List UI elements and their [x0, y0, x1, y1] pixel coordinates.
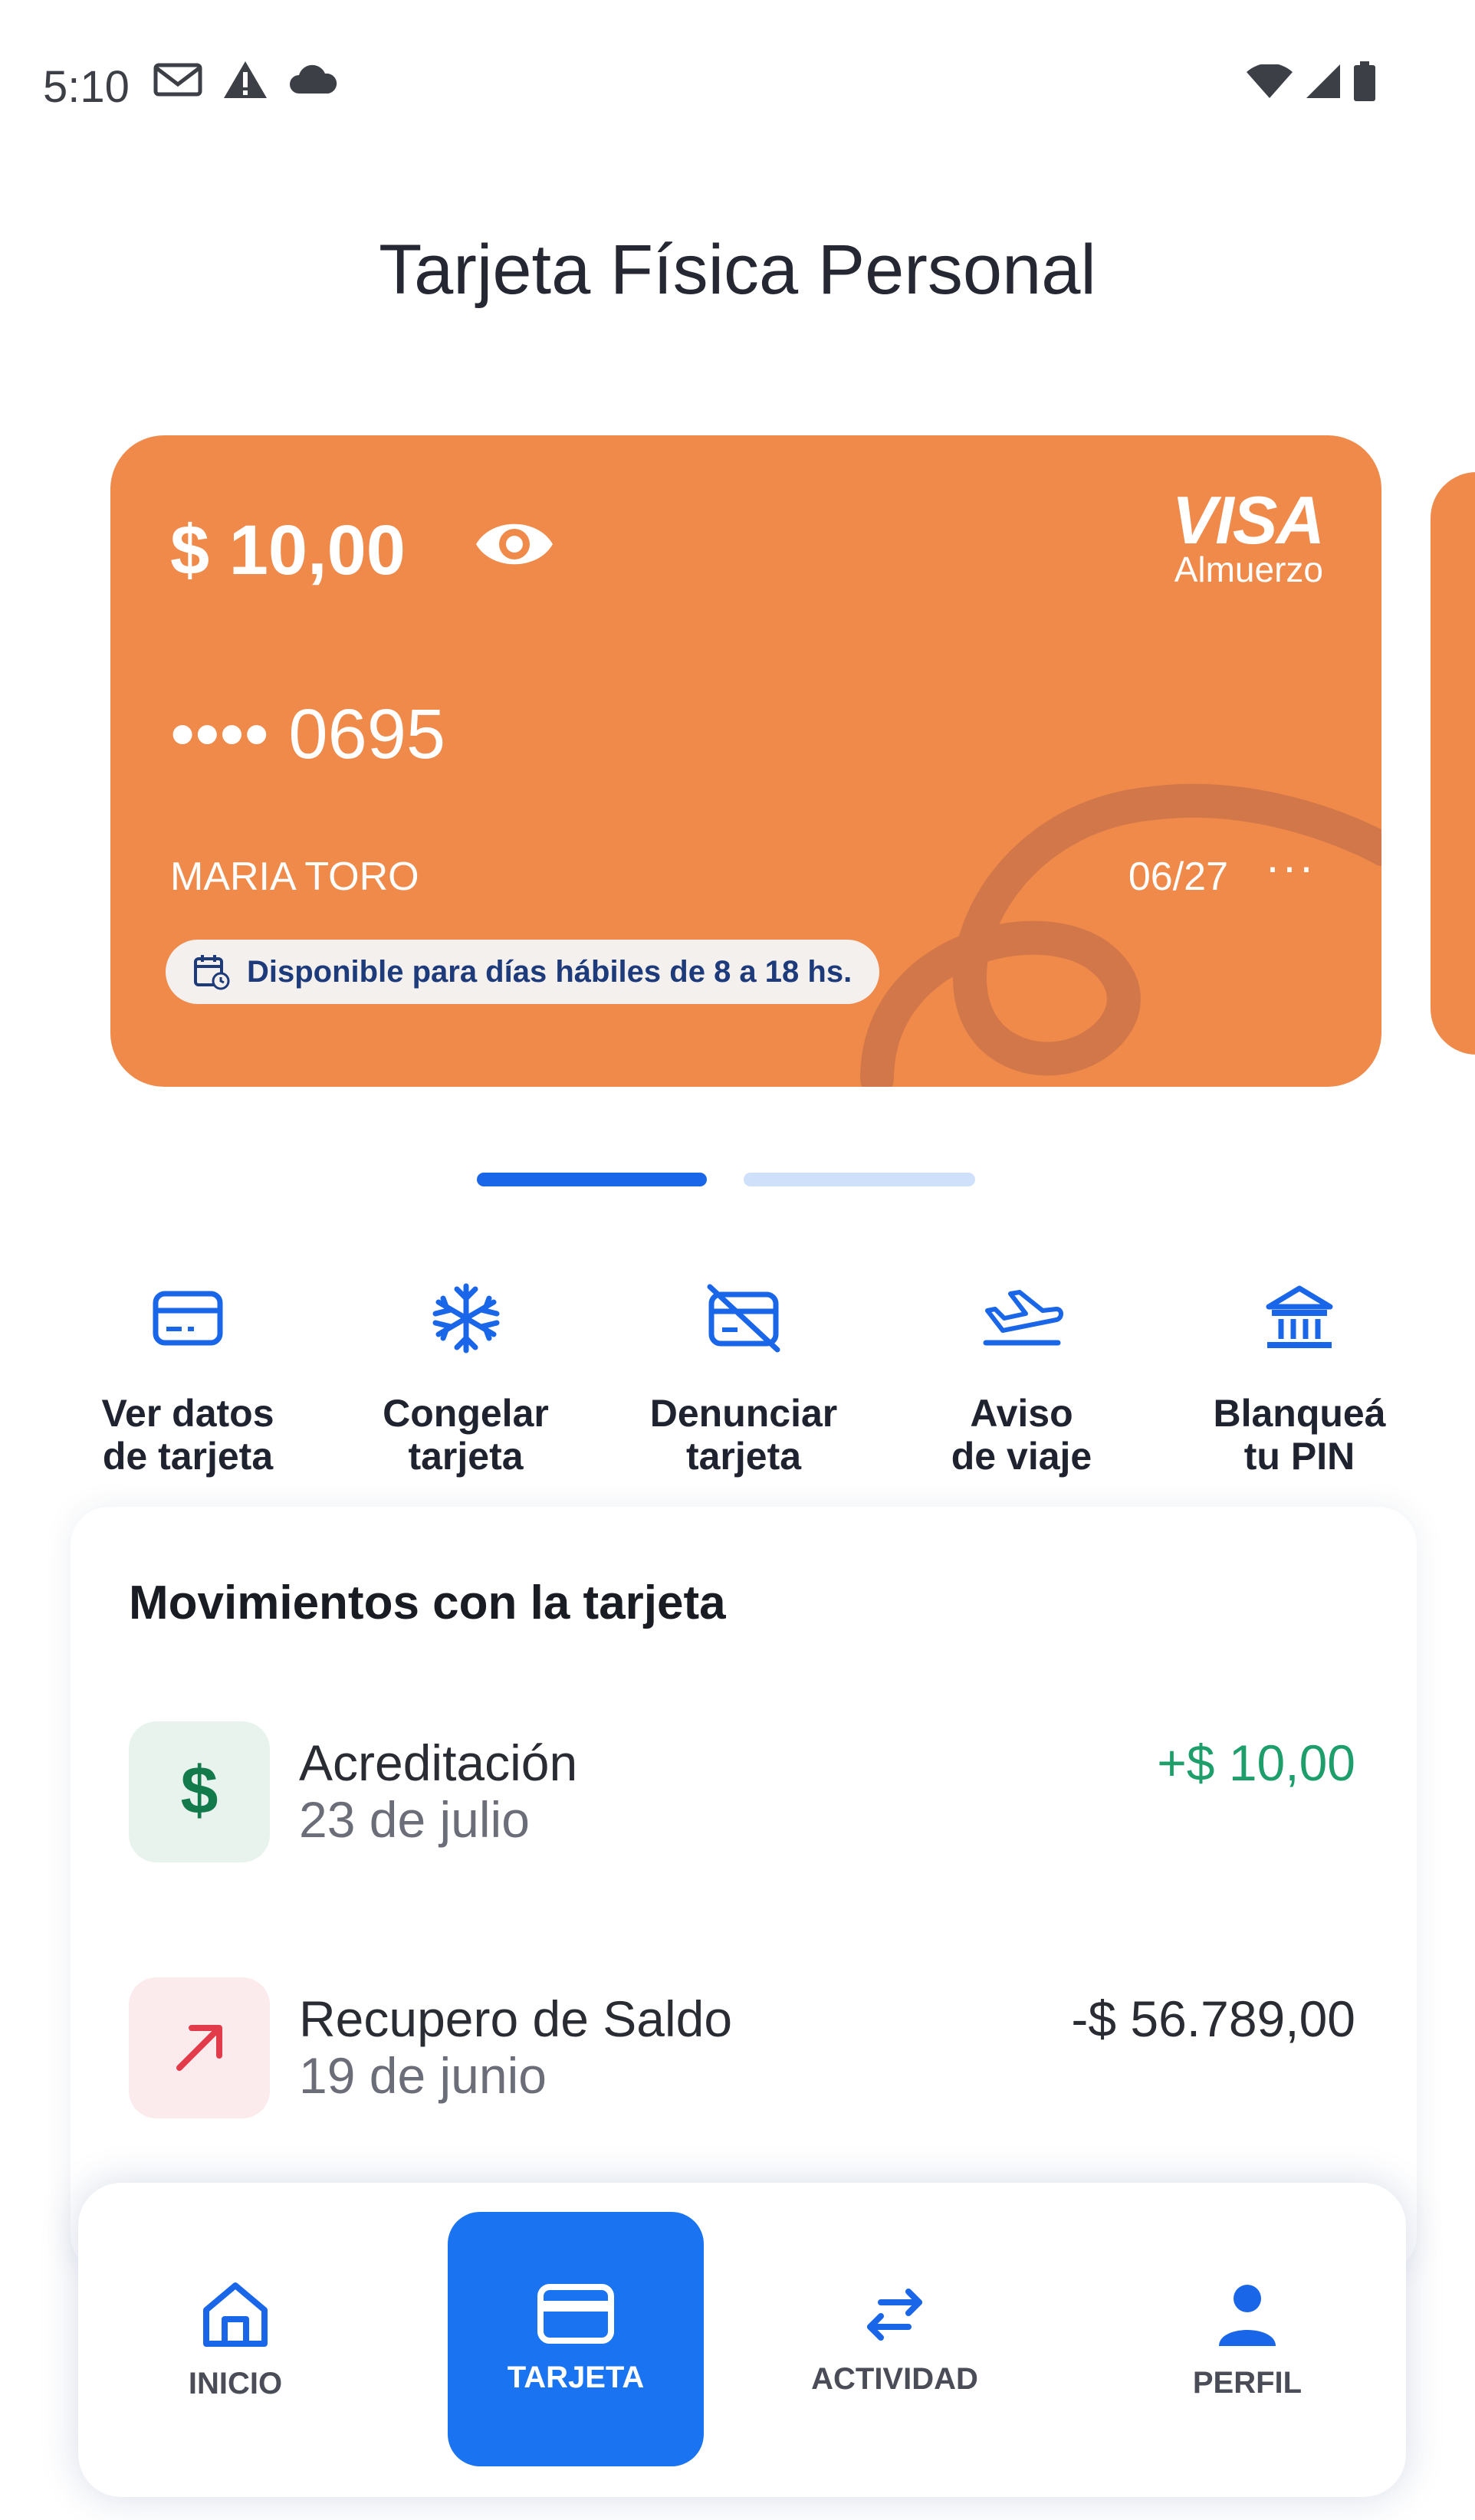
nav-label: INICIO [188, 2366, 283, 2400]
availability-text: Disponible para días hábiles de 8 a 18 h… [247, 954, 852, 989]
warning-icon [224, 61, 267, 98]
bank-icon [1266, 1285, 1333, 1348]
snowflake-icon [432, 1283, 499, 1354]
movement-name: Recupero de Saldo [299, 1990, 733, 2047]
nav-perfil[interactable]: PERFIL [1121, 2183, 1374, 2497]
pager-dot-active[interactable] [477, 1173, 707, 1186]
movement-amount: +$ 10,00 [1157, 1734, 1355, 1791]
gmail-icon [153, 63, 202, 97]
nav-label: TARJETA [507, 2360, 645, 2394]
card-brand: VISA [1171, 482, 1325, 558]
svg-text:$: $ [181, 1754, 218, 1828]
status-notification-icons [153, 60, 339, 100]
movement-row[interactable]: Recupero de Saldo 19 de junio -$ 56.789,… [129, 1977, 1355, 2123]
nav-label: ACTIVIDAD [811, 2361, 978, 2396]
wifi-icon [1247, 64, 1293, 98]
action-label-line2: de tarjeta [102, 1435, 274, 1478]
movement-amount: -$ 56.789,00 [1071, 1990, 1355, 2047]
eye-icon[interactable] [472, 514, 557, 575]
card-icon [153, 1291, 223, 1346]
battery-icon [1354, 61, 1375, 101]
card-expiry: 06/27 [1128, 855, 1228, 899]
card-visual[interactable]: $ 10,00 VISA Almuerzo •••• 0695 MARIA TO… [110, 435, 1381, 1087]
plane-icon [983, 1290, 1063, 1346]
card-actions: Ver datos de tarjeta Congelar tarjeta De… [61, 1272, 1426, 1478]
action-aviso-viaje[interactable]: Aviso de viaje [895, 1272, 1148, 1478]
action-label-line2: tarjeta [685, 1435, 802, 1478]
arrow-up-right-icon [129, 1977, 270, 2118]
bottom-nav: INICIO TARJETA ACTIVIDAD PERFIL [78, 2183, 1406, 2497]
card-more-icon[interactable]: ··· [1265, 840, 1316, 893]
movement-date: 23 de julio [299, 1791, 530, 1848]
calendar-clock-icon [194, 955, 230, 990]
status-time: 5:10 [43, 62, 130, 112]
action-label-line1: Blanqueá [1213, 1392, 1386, 1435]
signal-icon [1306, 64, 1340, 98]
card-number: •••• 0695 [170, 695, 446, 773]
card-holder: MARIA TORO [170, 855, 419, 899]
card-balance: $ 10,00 [170, 511, 406, 589]
page-title: Tarjeta Física Personal [379, 231, 1096, 309]
home-icon [203, 2282, 268, 2347]
action-label-line1: Aviso [970, 1392, 1073, 1435]
card-decoration-shape [860, 783, 1381, 1087]
movements-panel: Movimientos con la tarjeta $ Acreditació… [71, 1507, 1417, 2273]
movement-row[interactable]: $ Acreditación 23 de julio +$ 10,00 [129, 1721, 1355, 1867]
movement-name: Acreditación [299, 1734, 578, 1791]
status-system-icons [1247, 61, 1375, 101]
action-ver-datos[interactable]: Ver datos de tarjeta [61, 1272, 314, 1478]
action-label-line2: tarjeta [408, 1435, 524, 1478]
action-label-line2: de viaje [951, 1435, 1092, 1478]
card-brand-subtitle: Almuerzo [1174, 550, 1323, 589]
nav-label: PERFIL [1192, 2365, 1303, 2400]
action-denunciar[interactable]: Denunciar tarjeta [617, 1272, 870, 1478]
action-label-line2: tu PIN [1243, 1435, 1355, 1478]
action-blanquea-pin[interactable]: Blanqueá tu PIN [1173, 1272, 1426, 1478]
next-card-peek[interactable] [1431, 472, 1475, 1055]
card-icon [537, 2283, 614, 2344]
cloud-icon [290, 64, 337, 94]
movement-date: 19 de junio [299, 2047, 547, 2104]
action-label-line1: Denunciar [649, 1392, 838, 1435]
action-label-line1: Congelar [383, 1392, 549, 1435]
dollar-icon: $ [129, 1721, 270, 1862]
nav-tarjeta[interactable]: TARJETA [448, 2212, 704, 2466]
action-label-line1: Ver datos [101, 1392, 274, 1435]
movements-title: Movimientos con la tarjeta [129, 1577, 726, 1629]
card-off-icon [707, 1284, 780, 1353]
nav-actividad[interactable]: ACTIVIDAD [768, 2183, 1021, 2497]
availability-badge: Disponible para días hábiles de 8 a 18 h… [166, 940, 880, 1004]
swap-icon [867, 2288, 922, 2341]
nav-inicio[interactable]: INICIO [109, 2183, 362, 2497]
pager-dot[interactable] [744, 1173, 975, 1186]
person-icon [1219, 2284, 1276, 2346]
action-congelar[interactable]: Congelar tarjeta [340, 1272, 593, 1478]
